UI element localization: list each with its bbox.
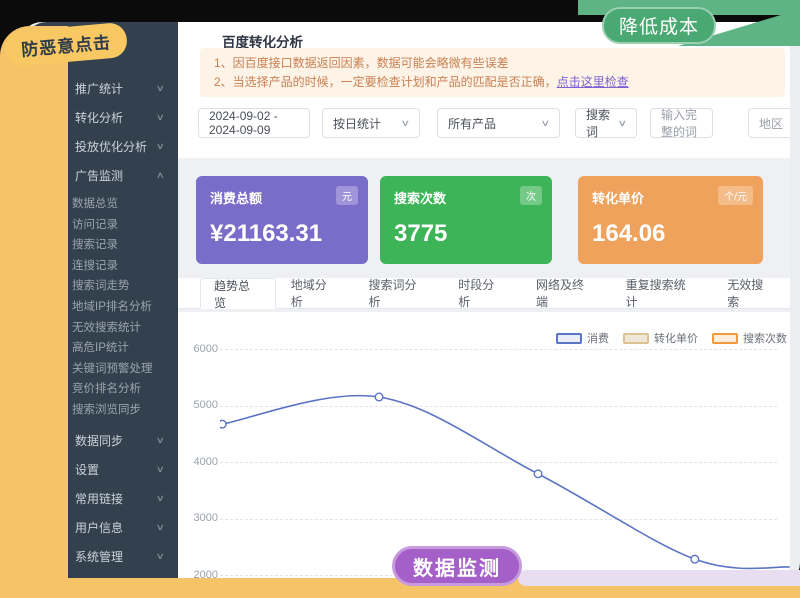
stat-unit-badge: 元: [336, 186, 358, 205]
stat-card: 转化单价 个/元 164.06: [578, 176, 763, 264]
stat-card: 搜索次数 次 3775: [380, 176, 552, 264]
stat-value: 164.06: [592, 220, 665, 248]
legend-swatch: [556, 333, 582, 344]
yellow-frame-left: [0, 26, 68, 598]
tab-search-word-analysis[interactable]: 搜索词分析: [354, 278, 444, 308]
sidebar-item-label: 用户信息: [75, 519, 123, 536]
tab-time-period-analysis[interactable]: 时段分析: [443, 278, 521, 308]
product-select[interactable]: 所有产品 ∨: [437, 108, 560, 138]
legend-item[interactable]: 转化单价: [623, 330, 698, 346]
stat-card: 消费总额 元 ¥21163.31: [196, 176, 368, 264]
chevron-down-icon: ∨: [618, 118, 628, 129]
trend-chart-card: 消费 转化单价 搜索次数 6000 5000 4000 3000 20: [178, 312, 790, 585]
sidebar-item-label: 设置: [75, 461, 99, 478]
sidebar-item-label: 常用链接: [75, 490, 123, 507]
tab-invalid-search[interactable]: 无效搜索: [712, 278, 790, 308]
sidebar-item-label: 推广统计: [75, 80, 123, 97]
sidebar-item-label: 系统管理: [75, 548, 123, 565]
tab-region-analysis[interactable]: 地域分析: [276, 278, 354, 308]
group-by-select[interactable]: 按日统计 ∨: [322, 108, 420, 138]
data-monitoring-badge: 数据监测: [392, 546, 522, 586]
check-here-link[interactable]: 点击这里检查: [557, 75, 629, 89]
dashboard-window: ▤ 推广统计 ∨ ▥ 转化分析 ∨ ◇ 投放优化分析 ∨ ◎ 广告监测 ∧ 数据…: [25, 22, 790, 585]
y-axis-tick: 5000: [178, 399, 218, 411]
notice-box: 1、因百度接口数据返回因素，数据可能会略微有些误差 2、当选择产品的时候，一定要…: [200, 48, 785, 97]
data-point-marker: [220, 420, 226, 428]
word-type-select[interactable]: 搜索词 ∨: [575, 108, 637, 138]
filter-bar: 2024-09-02 - 2024-09-09 按日统计 ∨ 所有产品 ∨ 搜索…: [198, 108, 790, 138]
chevron-down-icon: ∨: [156, 551, 165, 562]
chevron-down-icon: ∨: [156, 435, 165, 446]
chevron-down-icon: ∨: [156, 112, 165, 123]
data-point-marker: [534, 470, 542, 478]
stat-unit-badge: 次: [520, 186, 542, 205]
region-input[interactable]: 地区: [748, 108, 790, 138]
sidebar-item-label: 转化分析: [75, 109, 123, 126]
data-point-marker: [375, 393, 383, 401]
stat-unit-badge: 个/元: [718, 186, 753, 205]
stat-cards-row: 消费总额 元 ¥21163.31 搜索次数 次 3775 转化单价 个/元 16…: [178, 176, 790, 264]
chevron-down-icon: ∨: [156, 493, 165, 504]
sidebar-item-label: 数据同步: [75, 432, 123, 449]
chevron-up-icon: ∧: [156, 170, 165, 181]
legend-swatch: [623, 333, 649, 344]
stat-label: 消费总额: [210, 188, 354, 207]
y-axis-tick: 6000: [178, 343, 218, 355]
reduce-cost-badge: 降低成本: [602, 7, 716, 44]
legend-item[interactable]: 消费: [556, 330, 609, 346]
y-axis-tick: 3000: [178, 512, 218, 524]
chevron-down-icon: ∨: [156, 83, 165, 94]
chart-legend: 消费 转化单价 搜索次数: [556, 330, 790, 346]
tab-network-terminal[interactable]: 网络及终端: [521, 278, 611, 308]
tab-repeat-search-stats[interactable]: 重复搜索统计: [611, 278, 713, 308]
lavender-strip: [518, 570, 800, 586]
stat-label: 搜索次数: [394, 188, 538, 207]
chevron-down-icon: ∨: [156, 522, 165, 533]
stat-value: ¥21163.31: [210, 220, 322, 248]
main-content: 百度转化分析 1、因百度接口数据返回因素，数据可能会略微有些误差 2、当选择产品…: [178, 22, 790, 585]
legend-item[interactable]: 搜索次数: [712, 330, 787, 346]
chevron-down-icon: ∨: [401, 118, 411, 129]
y-axis-tick: 4000: [178, 456, 218, 468]
chevron-down-icon: ∨: [156, 141, 165, 152]
trend-line-chart: [220, 349, 790, 575]
chevron-down-icon: ∨: [541, 118, 551, 129]
word-search-input[interactable]: 输入完整的词: [650, 108, 713, 138]
legend-swatch: [712, 333, 738, 344]
chevron-down-icon: ∨: [156, 464, 165, 475]
tab-trend-overview[interactable]: 趋势总览: [200, 278, 276, 309]
sidebar-item-label: 广告监测: [75, 167, 123, 184]
stat-value: 3775: [394, 220, 447, 248]
chart-tabs: 趋势总览 地域分析 搜索词分析 时段分析 网络及终端 重复搜索统计 无效搜索: [178, 278, 790, 309]
date-range-input[interactable]: 2024-09-02 - 2024-09-09: [198, 108, 310, 138]
sidebar-item-label: 投放优化分析: [75, 138, 147, 155]
data-point-marker: [691, 555, 699, 563]
notice-line-2: 2、当选择产品的时候，一定要检查计划和产品的匹配是否正确，点击这里检查: [214, 73, 771, 92]
notice-line-1: 1、因百度接口数据返回因素，数据可能会略微有些误差: [214, 54, 771, 73]
